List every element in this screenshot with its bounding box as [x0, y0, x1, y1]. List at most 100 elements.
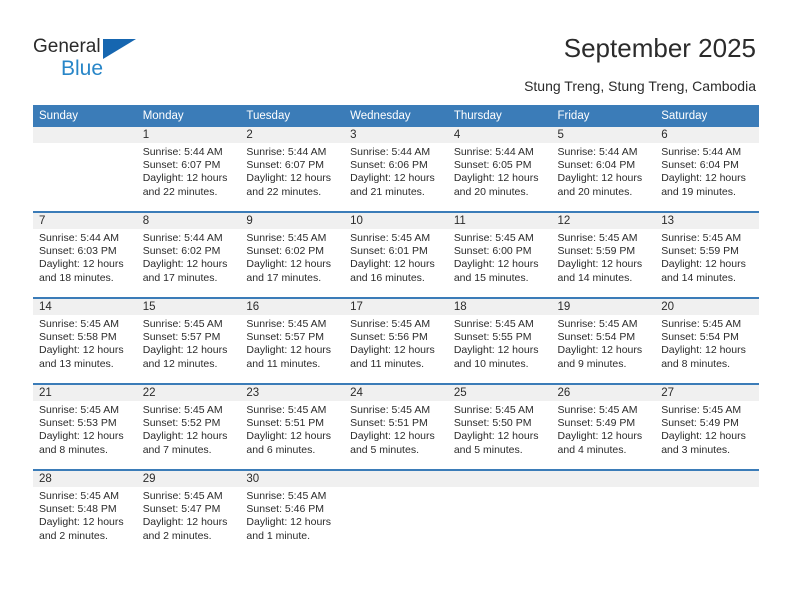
day-number: 3 — [344, 127, 448, 143]
general-blue-logo[interactable]: General Blue — [33, 36, 153, 82]
calendar-week-row: 14 Sunrise: 5:45 AM Sunset: 5:58 PM Dayligh… — [33, 297, 759, 384]
day-number: 23 — [240, 385, 345, 401]
calendar-day-cell[interactable]: 29 Sunrise: 5:45 AM Sunset: 5:47 PM Dayligh… — [136, 469, 241, 555]
calendar-day-cell[interactable]: 17 Sunrise: 5:45 AM Sunset: 5:56 PM Dayligh… — [344, 297, 448, 384]
calendar-day-cell[interactable]: 22 Sunrise: 5:45 AM Sunset: 5:52 PM Dayligh… — [136, 383, 241, 470]
calendar-day-cell[interactable]: 28 Sunrise: 5:45 AM Sunset: 5:48 PM Dayligh… — [33, 469, 137, 555]
calendar-day-cell[interactable]: 25 Sunrise: 5:45 AM Sunset: 5:50 PM Dayligh… — [447, 383, 552, 470]
daylight-text: Daylight: 12 hours and 5 minutes. — [453, 430, 539, 456]
day-sun-info: Sunrise: 5:44 AM Sunset: 6:04 PM Daylight:… — [552, 143, 656, 199]
sunrise-text: Sunrise: 5:45 AM — [557, 404, 638, 416]
calendar-day-cell[interactable]: 7 Sunrise: 5:44 AM Sunset: 6:03 PM Daylight… — [33, 211, 137, 298]
calendar-day-cell[interactable]: 12 Sunrise: 5:45 AM Sunset: 5:59 PM Dayligh… — [551, 211, 656, 298]
day-sun-info: Sunrise: 5:44 AM Sunset: 6:05 PM Daylight:… — [448, 143, 552, 199]
calendar-day-cell[interactable]: 21 Sunrise: 5:45 AM Sunset: 5:53 PM Dayligh… — [33, 383, 137, 470]
calendar-day-cell[interactable]: 20 Sunrise: 5:45 AM Sunset: 5:54 PM Dayligh… — [655, 297, 759, 384]
day-cell-content — [655, 471, 759, 555]
day-cell-content: 8 Sunrise: 5:44 AM Sunset: 6:02 PM Daylight… — [136, 213, 241, 297]
sunrise-text: Sunrise: 5:45 AM — [661, 232, 742, 244]
day-sun-info: Sunrise: 5:45 AM Sunset: 5:56 PM Daylight:… — [344, 315, 448, 371]
day-sun-info: Sunrise: 5:45 AM Sunset: 6:02 PM Daylight:… — [240, 229, 344, 285]
calendar-day-cell[interactable]: 16 Sunrise: 5:45 AM Sunset: 5:57 PM Dayligh… — [240, 297, 345, 384]
day-number: 22 — [136, 385, 241, 401]
calendar-day-cell[interactable]: 24 Sunrise: 5:45 AM Sunset: 5:51 PM Dayligh… — [344, 383, 448, 470]
day-cell-content: 29 Sunrise: 5:45 AM Sunset: 5:47 PM Dayligh… — [136, 471, 241, 555]
day-number: 4 — [447, 127, 552, 143]
daylight-text: Daylight: 12 hours and 15 minutes. — [453, 258, 539, 284]
day-cell-content: 11 Sunrise: 5:45 AM Sunset: 6:00 PM Dayligh… — [447, 213, 552, 297]
day-number: 27 — [655, 385, 759, 401]
sunrise-text: Sunrise: 5:45 AM — [142, 404, 223, 416]
calendar-day-cell[interactable]: 15 Sunrise: 5:45 AM Sunset: 5:57 PM Dayligh… — [136, 297, 241, 384]
logo-text-blue: Blue — [61, 57, 104, 80]
calendar-day-cell[interactable]: 6 Sunrise: 5:44 AM Sunset: 6:04 PM Daylight… — [655, 127, 759, 212]
calendar-day-cell[interactable]: 26 Sunrise: 5:45 AM Sunset: 5:49 PM Dayligh… — [551, 383, 656, 470]
daylight-text: Daylight: 12 hours and 1 minute. — [246, 516, 332, 542]
daylight-text: Daylight: 12 hours and 5 minutes. — [350, 430, 435, 456]
calendar-day-cell[interactable]: 10 Sunrise: 5:45 AM Sunset: 6:01 PM Dayligh… — [344, 211, 448, 298]
daylight-text: Daylight: 12 hours and 14 minutes. — [661, 258, 746, 284]
day-sun-info: Sunrise: 5:45 AM Sunset: 6:01 PM Daylight:… — [344, 229, 448, 285]
weekday-header-friday: Friday — [551, 105, 656, 127]
calendar-day-cell[interactable]: 9 Sunrise: 5:45 AM Sunset: 6:02 PM Daylight… — [240, 211, 345, 298]
day-number: 26 — [551, 385, 656, 401]
day-cell-content: 27 Sunrise: 5:45 AM Sunset: 5:49 PM Dayligh… — [655, 385, 759, 469]
day-number: 16 — [240, 299, 345, 315]
day-sun-info: Sunrise: 5:44 AM Sunset: 6:04 PM Daylight:… — [655, 143, 759, 199]
sunrise-text: Sunrise: 5:44 AM — [142, 146, 223, 158]
sunset-text: Sunset: 6:05 PM — [453, 159, 532, 172]
calendar-week-row: 7 Sunrise: 5:44 AM Sunset: 6:03 PM Daylight… — [33, 211, 759, 298]
weekday-header-tuesday: Tuesday — [240, 105, 345, 127]
sunset-text: Sunset: 5:57 PM — [142, 331, 221, 344]
day-number: 13 — [655, 213, 759, 229]
calendar-day-cell[interactable]: 3 Sunrise: 5:44 AM Sunset: 6:06 PM Daylight… — [344, 127, 448, 212]
daylight-text: Daylight: 12 hours and 9 minutes. — [557, 344, 643, 370]
day-number: 8 — [136, 213, 241, 229]
calendar-day-cell[interactable]: 11 Sunrise: 5:45 AM Sunset: 6:00 PM Dayligh… — [447, 211, 552, 298]
day-number: 25 — [447, 385, 552, 401]
sunset-text: Sunset: 6:04 PM — [557, 159, 636, 172]
calendar-day-cell — [33, 127, 137, 212]
weekday-header-row: Sunday Monday Tuesday Wednesday Thursday… — [33, 105, 759, 127]
daylight-text: Daylight: 12 hours and 22 minutes. — [142, 172, 228, 198]
calendar-day-cell[interactable]: 2 Sunrise: 5:44 AM Sunset: 6:07 PM Daylight… — [240, 127, 345, 212]
day-number: 20 — [655, 299, 759, 315]
day-cell-content: 9 Sunrise: 5:45 AM Sunset: 6:02 PM Daylight… — [240, 213, 345, 297]
page-header: General Blue September 2025 Stung Treng,… — [0, 0, 792, 100]
calendar-day-cell[interactable]: 1 Sunrise: 5:44 AM Sunset: 6:07 PM Daylight… — [136, 127, 241, 212]
day-cell-content: 6 Sunrise: 5:44 AM Sunset: 6:04 PM Daylight… — [655, 127, 759, 211]
calendar-day-cell[interactable]: 19 Sunrise: 5:45 AM Sunset: 5:54 PM Dayligh… — [551, 297, 656, 384]
day-number: 5 — [551, 127, 656, 143]
sunrise-text: Sunrise: 5:45 AM — [453, 404, 534, 416]
daylight-text: Daylight: 12 hours and 14 minutes. — [557, 258, 643, 284]
calendar-day-cell[interactable]: 5 Sunrise: 5:44 AM Sunset: 6:04 PM Daylight… — [551, 127, 656, 212]
day-sun-info: Sunrise: 5:44 AM Sunset: 6:07 PM Daylight:… — [137, 143, 241, 199]
day-cell-content: 21 Sunrise: 5:45 AM Sunset: 5:53 PM Dayligh… — [33, 385, 137, 469]
sunrise-text: Sunrise: 5:44 AM — [453, 146, 534, 158]
calendar-day-cell[interactable]: 18 Sunrise: 5:45 AM Sunset: 5:55 PM Dayligh… — [447, 297, 552, 384]
day-cell-content: 26 Sunrise: 5:45 AM Sunset: 5:49 PM Dayligh… — [551, 385, 656, 469]
calendar-day-cell[interactable]: 14 Sunrise: 5:45 AM Sunset: 5:58 PM Dayligh… — [33, 297, 137, 384]
weekday-header-sunday: Sunday — [33, 105, 137, 127]
sunset-text: Sunset: 5:53 PM — [39, 417, 117, 430]
sunset-text: Sunset: 5:50 PM — [453, 417, 532, 430]
day-cell-content: 24 Sunrise: 5:45 AM Sunset: 5:51 PM Dayligh… — [344, 385, 448, 469]
calendar-day-cell[interactable]: 13 Sunrise: 5:45 AM Sunset: 5:59 PM Dayligh… — [655, 211, 759, 298]
calendar-day-cell[interactable]: 23 Sunrise: 5:45 AM Sunset: 5:51 PM Dayligh… — [240, 383, 345, 470]
sunrise-text: Sunrise: 5:44 AM — [350, 146, 431, 158]
day-cell-content: 23 Sunrise: 5:45 AM Sunset: 5:51 PM Dayligh… — [240, 385, 345, 469]
daylight-text: Daylight: 12 hours and 20 minutes. — [557, 172, 643, 198]
day-sun-info: Sunrise: 5:44 AM Sunset: 6:03 PM Daylight:… — [33, 229, 137, 285]
day-sun-info: Sunrise: 5:45 AM Sunset: 5:54 PM Daylight:… — [655, 315, 759, 371]
day-sun-info: Sunrise: 5:45 AM Sunset: 5:51 PM Daylight:… — [240, 401, 344, 457]
calendar-day-cell[interactable]: 27 Sunrise: 5:45 AM Sunset: 5:49 PM Dayligh… — [655, 383, 759, 470]
weekday-header-monday: Monday — [136, 105, 241, 127]
day-cell-content: 28 Sunrise: 5:45 AM Sunset: 5:48 PM Dayligh… — [33, 471, 137, 555]
daylight-text: Daylight: 12 hours and 8 minutes. — [39, 430, 124, 456]
calendar-day-cell[interactable]: 8 Sunrise: 5:44 AM Sunset: 6:02 PM Daylight… — [136, 211, 241, 298]
calendar-day-cell[interactable]: 4 Sunrise: 5:44 AM Sunset: 6:05 PM Daylight… — [447, 127, 552, 212]
sunset-text: Sunset: 6:00 PM — [453, 245, 532, 258]
calendar-day-cell[interactable]: 30 Sunrise: 5:45 AM Sunset: 5:46 PM Dayligh… — [240, 469, 345, 555]
sunset-text: Sunset: 5:46 PM — [246, 503, 325, 516]
daylight-text: Daylight: 12 hours and 18 minutes. — [39, 258, 124, 284]
